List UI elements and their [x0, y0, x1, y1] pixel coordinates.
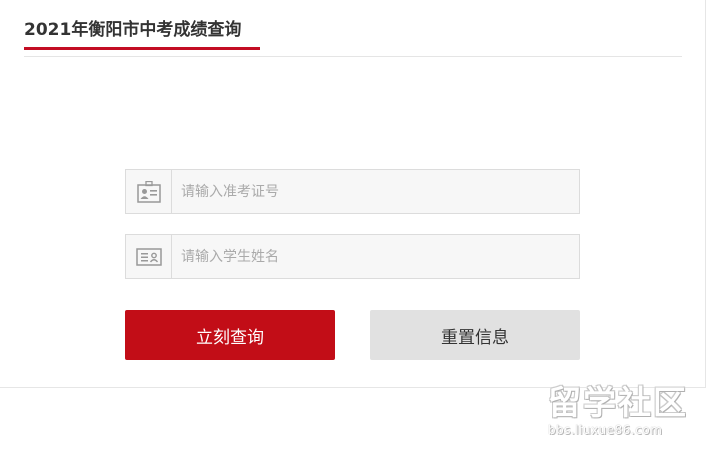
query-button[interactable]: 立刻查询	[125, 310, 335, 360]
exam-number-field	[125, 169, 580, 214]
page-title: 2021年衡阳市中考成绩查询	[24, 20, 242, 40]
id-badge-icon	[126, 170, 172, 213]
exam-number-input[interactable]	[173, 170, 575, 213]
query-panel: 2021年衡阳市中考成绩查询 请输入准考证号 请输入学生姓名 立刻查询 重置信息	[0, 0, 706, 388]
title-bar: 2021年衡阳市中考成绩查询	[24, 0, 682, 57]
watermark-url: bbs.liuxue86.com	[548, 423, 663, 437]
site-watermark: 留学社区 bbs.liuxue86.com	[548, 384, 708, 442]
student-name-input[interactable]	[173, 235, 575, 278]
watermark-logo: 留学社区	[548, 383, 688, 422]
student-name-field	[125, 234, 580, 279]
title-underline	[24, 47, 260, 50]
reset-button[interactable]: 重置信息	[370, 310, 580, 360]
id-card-icon	[126, 235, 172, 278]
